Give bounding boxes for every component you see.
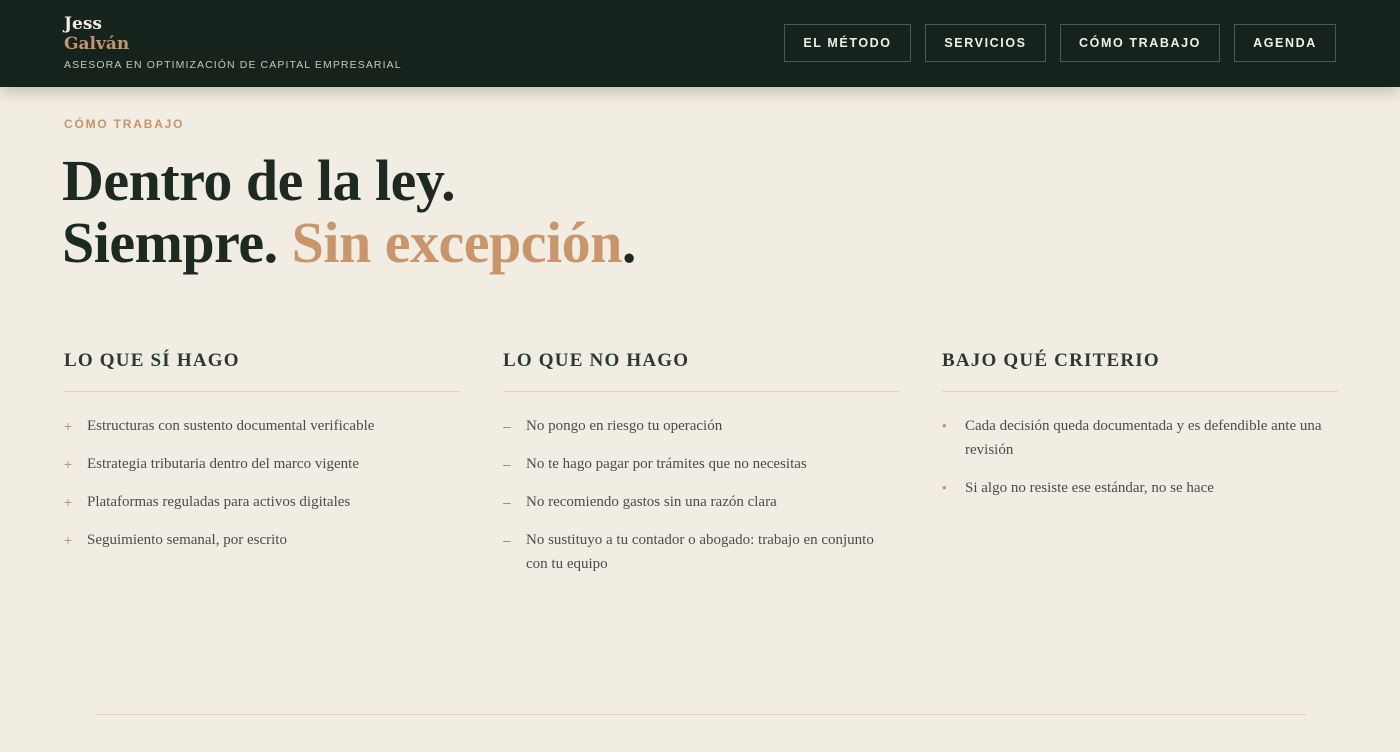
column-lo-que-si-hago: LO QUE SÍ HAGO + Estructuras con sustento… (64, 350, 460, 566)
column-list: • Cada decisión queda documentada y es de… (942, 414, 1338, 500)
section-divider (96, 714, 1306, 715)
list-item: – No te hago pagar por trámites que no ne… (503, 452, 899, 476)
dash-icon: – (503, 456, 511, 472)
brand-tagline: ASESORA EN OPTIMIZACIÓN DE CAPITAL EMPRE… (64, 59, 402, 71)
plus-icon: + (64, 418, 73, 434)
section-headline: Dentro de la ley. Siempre. Sin excepción… (62, 150, 636, 274)
list-item: – No sustituyo a tu contador o abogado: t… (503, 528, 899, 576)
list-item-text: Seguimiento semanal, por escrito (87, 532, 287, 548)
dash-icon: – (503, 532, 511, 548)
main-nav: EL MÉTODO SERVICIOS CÓMO TRABAJO AGENDA (784, 24, 1336, 62)
column-bajo-que-criterio: BAJO QUÉ CRITERIO • Cada decisión queda d… (942, 350, 1338, 514)
list-item-text: No te hago pagar por trámites que no nec… (526, 456, 807, 472)
bullet-icon: • (942, 418, 947, 433)
column-list: + Estructuras con sustento documental ver… (64, 414, 460, 552)
list-item-text: No pongo en riesgo tu operación (526, 418, 723, 434)
list-item-text: No sustituyo a tu contador o abogado: tr… (526, 532, 874, 572)
list-item-text: Estructuras con sustento documental veri… (87, 418, 375, 434)
plus-icon: + (64, 532, 73, 548)
list-item: • Si algo no resiste ese estándar, no se … (942, 476, 1338, 500)
section-eyebrow: CÓMO TRABAJO (64, 117, 185, 131)
column-title: BAJO QUÉ CRITERIO (942, 350, 1338, 392)
dash-icon: – (503, 418, 511, 434)
column-title: LO QUE SÍ HAGO (64, 350, 460, 392)
brand-first-name: Jess (64, 14, 103, 34)
nav-agenda-button[interactable]: AGENDA (1234, 24, 1336, 62)
column-lo-que-no-hago: LO QUE NO HAGO – No pongo en riesgo tu op… (503, 350, 899, 590)
list-item: + Plataformas reguladas para activos digi… (64, 490, 460, 514)
brand-last-name: Galván (64, 34, 130, 54)
bullet-icon: • (942, 480, 947, 495)
nav-servicios-button[interactable]: SERVICIOS (925, 24, 1046, 62)
list-item: – No recomiendo gastos sin una razón clar… (503, 490, 899, 514)
list-item: – No pongo en riesgo tu operación (503, 414, 899, 438)
nav-como-trabajo-button[interactable]: CÓMO TRABAJO (1060, 24, 1220, 62)
headline-line-1: Dentro de la ley. (62, 148, 456, 213)
nav-el-metodo-button[interactable]: EL MÉTODO (784, 24, 911, 62)
list-item: + Estructuras con sustento documental ver… (64, 414, 460, 438)
list-item-text: Plataformas reguladas para activos digit… (87, 494, 351, 510)
headline-line-2-start: Siempre. (62, 210, 292, 275)
list-item-text: No recomiendo gastos sin una razón clara (526, 494, 777, 510)
list-item: + Estrategia tributaria dentro del marco … (64, 452, 460, 476)
column-title: LO QUE NO HAGO (503, 350, 899, 392)
list-item-text: Cada decisión queda documentada y es def… (965, 418, 1322, 458)
list-item: + Seguimiento semanal, por escrito (64, 528, 460, 552)
brand-logo[interactable]: Jess Galván ASESORA EN OPTIMIZACIÓN DE C… (64, 14, 402, 71)
headline-accent: Sin excepción (291, 210, 623, 275)
list-item-text: Estrategia tributaria dentro del marco v… (87, 456, 359, 472)
site-header: Jess Galván ASESORA EN OPTIMIZACIÓN DE C… (0, 0, 1400, 87)
dash-icon: – (503, 494, 511, 510)
column-list: – No pongo en riesgo tu operación – No te … (503, 414, 899, 576)
plus-icon: + (64, 456, 73, 472)
list-item: • Cada decisión queda documentada y es de… (942, 414, 1338, 462)
plus-icon: + (64, 494, 73, 510)
headline-line-2-end: . (621, 210, 637, 275)
list-item-text: Si algo no resiste ese estándar, no se h… (965, 480, 1214, 496)
